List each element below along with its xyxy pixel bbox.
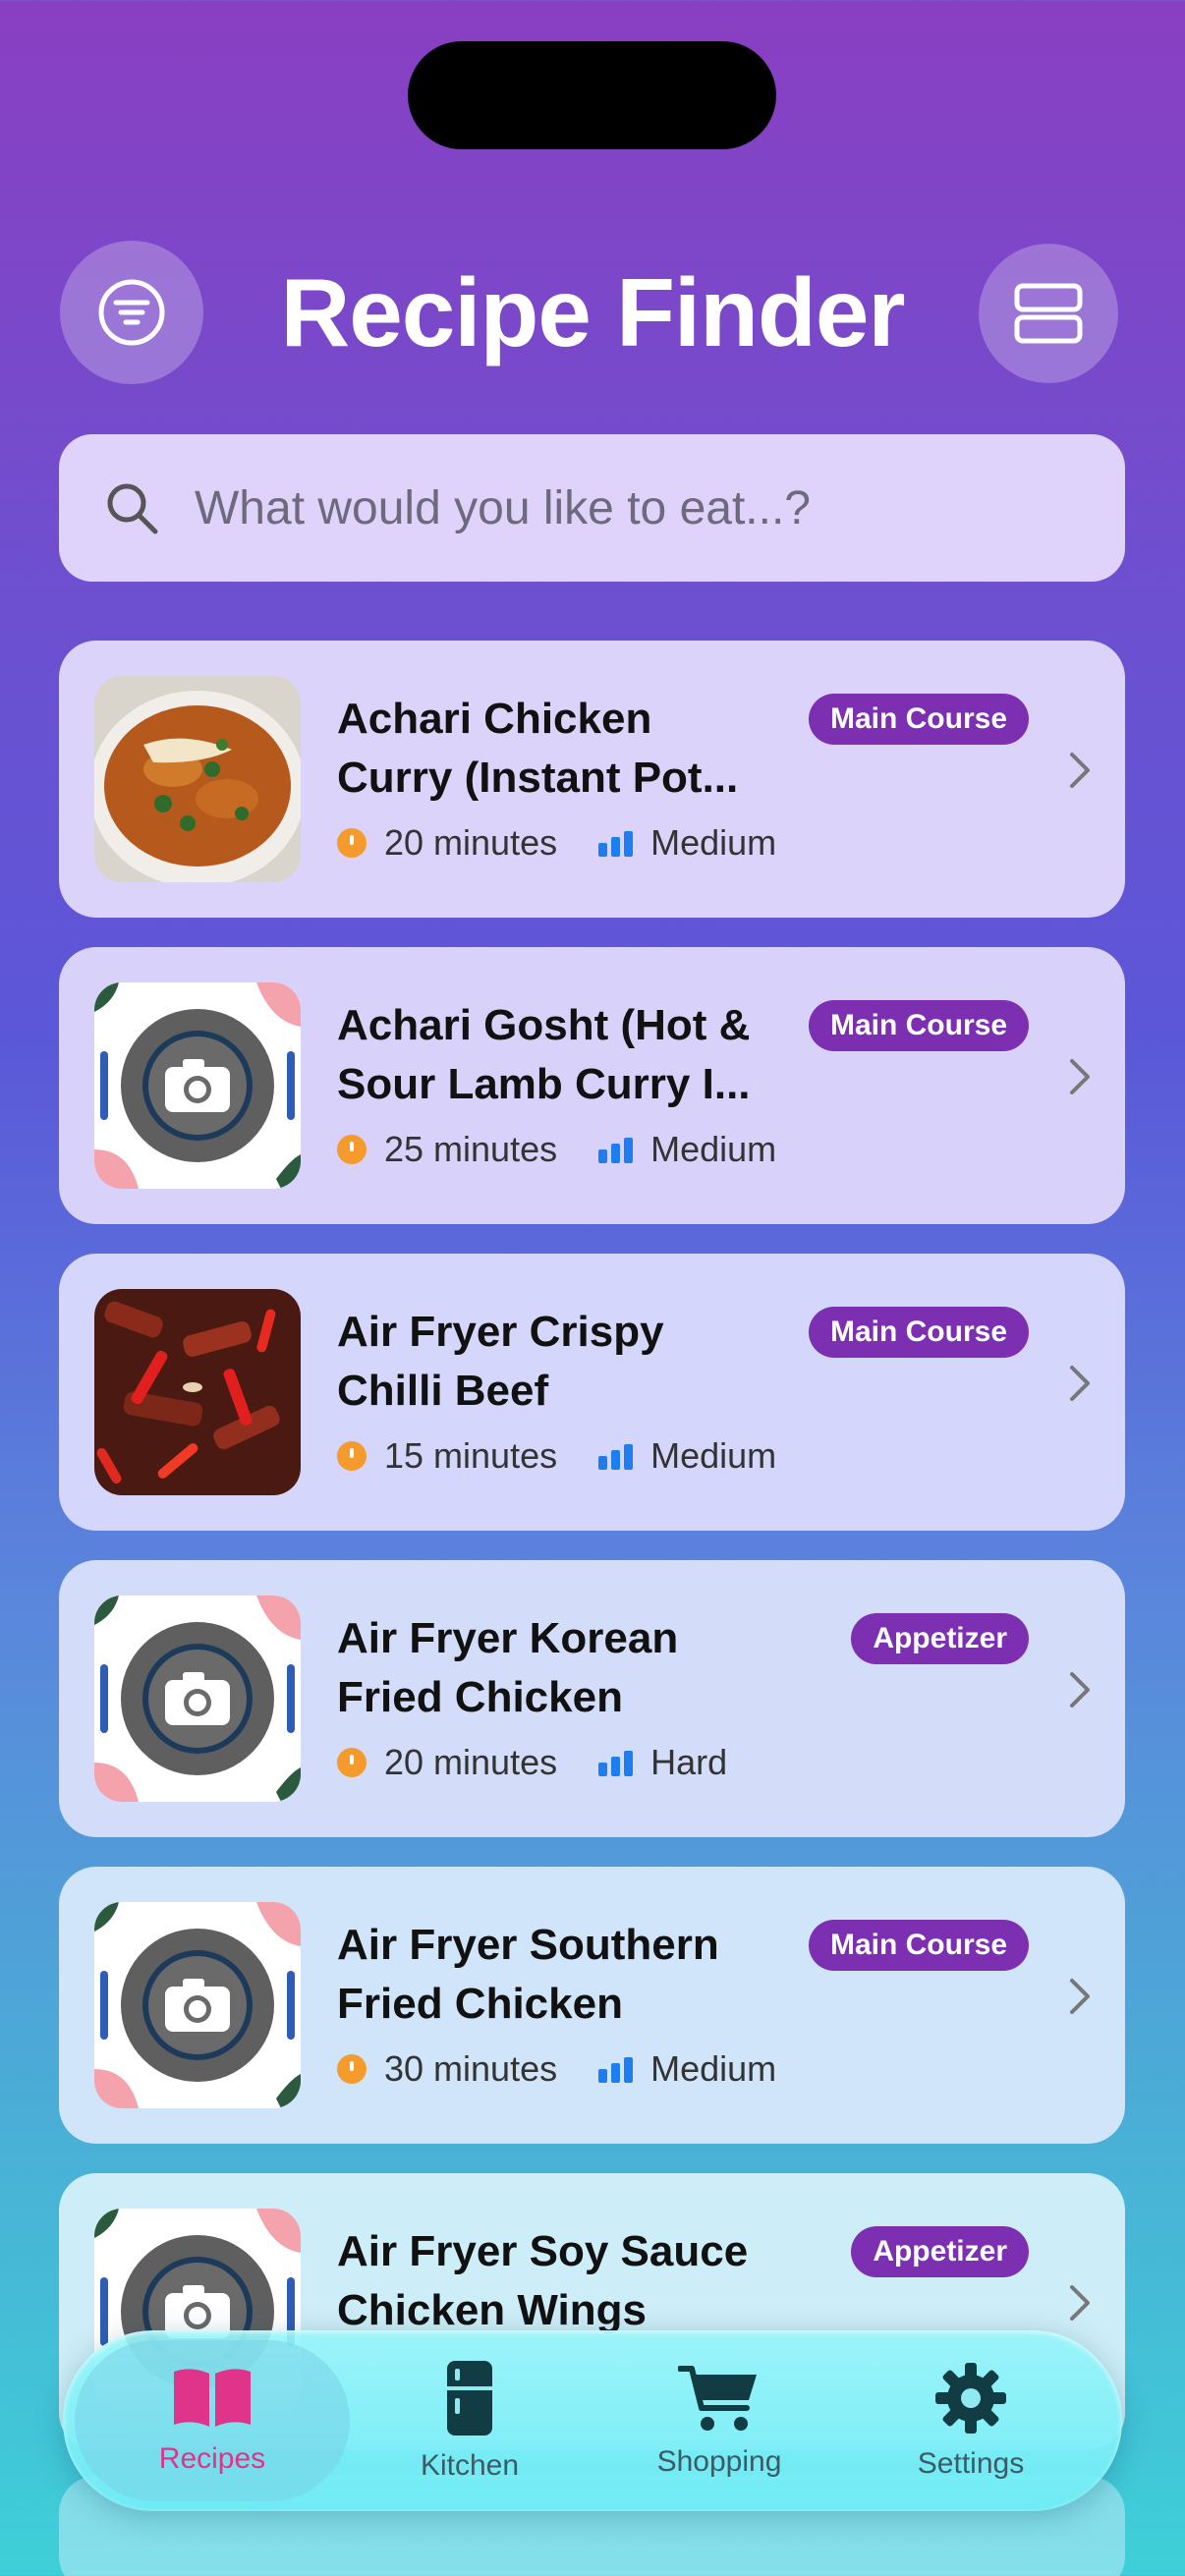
search-icon [104,477,165,538]
search-bar[interactable] [59,434,1125,582]
chevron-right-icon [1070,1979,1090,2014]
cook-time: 20 minutes [384,1742,558,1782]
tab-label: Recipes [158,2442,266,2475]
category-badge: Appetizer [851,1613,1029,1664]
difficulty: Medium [650,1435,777,1476]
recipe-title: Air Fryer Crispy Chilli Beef [337,1308,664,1415]
recipe-title: Air Fryer Soy Sauce Chicken Wings [337,2227,749,2334]
recipe-image [94,676,301,882]
gear-icon [935,2363,1006,2434]
recipe-card[interactable]: Air Fryer Crispy Chilli Beef Main Course… [59,1254,1125,1531]
recipe-card[interactable]: Achari Gosht (Hot & Sour Lamb Curry I...… [59,947,1125,1224]
difficulty-icon [598,829,634,857]
tab-kitchen[interactable]: Kitchen [342,2340,597,2501]
tab-recipes[interactable]: Recipes [75,2340,350,2501]
placeholder-image [94,1596,301,1802]
cook-time: 20 minutes [384,822,558,863]
recipe-title: Achari Gosht (Hot & Sour Lamb Curry I... [337,1001,751,1108]
category-badge: Main Course [808,1307,1029,1358]
chevron-right-icon [1070,753,1090,788]
clock-icon [337,828,367,858]
placeholder-image [94,982,301,1189]
cook-time: 30 minutes [384,2048,558,2089]
tab-shopping[interactable]: Shopping [592,2340,847,2501]
clock-icon [337,2054,367,2084]
category-badge: Main Course [808,694,1029,745]
tab-settings[interactable]: Settings [843,2340,1099,2501]
book-icon [174,2369,251,2427]
difficulty-icon [598,1442,634,1470]
recipe-meta: 30 minutes Medium [337,2047,776,2091]
clock-icon [337,1748,367,1777]
clock-icon [337,1135,367,1164]
recipe-image [94,1289,301,1495]
category-badge: Main Course [808,1920,1029,1971]
cook-time: 15 minutes [384,1435,558,1476]
tab-label: Settings [917,2447,1025,2480]
recipe-card[interactable]: Air Fryer Southern Fried Chicken Main Co… [59,1867,1125,2144]
difficulty-icon [598,2055,634,2083]
difficulty-icon [598,1749,634,1776]
layout-toggle-icon [1014,283,1083,344]
clock-icon [337,1441,367,1471]
tab-label: Shopping [656,2445,782,2478]
recipe-meta: 25 minutes Medium [337,1128,776,1171]
recipe-card[interactable]: Air Fryer Korean Fried Chicken Appetizer… [59,1560,1125,1837]
recipe-meta: 20 minutes Hard [337,1741,727,1784]
recipe-meta: 15 minutes Medium [337,1434,776,1478]
placeholder-image [94,1902,301,2108]
chevron-right-icon [1070,1059,1090,1094]
recipe-meta: 20 minutes Medium [337,821,776,865]
layout-toggle-button[interactable] [979,244,1118,383]
difficulty: Hard [650,1742,728,1782]
category-badge: Main Course [808,1000,1029,1051]
chevron-right-icon [1070,1366,1090,1401]
difficulty: Medium [650,822,777,863]
recipe-title: Achari Chicken Curry (Instant Pot... [337,695,739,802]
difficulty: Medium [650,1129,777,1169]
search-input[interactable] [195,480,1059,535]
recipe-card[interactable]: Achari Chicken Curry (Instant Pot... Mai… [59,641,1125,918]
dynamic-island [408,41,776,149]
category-badge: Appetizer [851,2226,1029,2277]
recipe-title: Air Fryer Korean Fried Chicken [337,1614,679,1721]
chevron-right-icon [1070,2285,1090,2321]
chevron-right-icon [1070,1672,1090,1708]
difficulty: Medium [650,2048,777,2089]
cook-time: 25 minutes [384,1129,558,1169]
fridge-icon [447,2361,492,2436]
difficulty-icon [598,1136,634,1163]
recipe-title: Air Fryer Southern Fried Chicken [337,1921,719,2028]
cart-icon [678,2366,757,2431]
tab-bar: Recipes Kitchen Shopping Settings [63,2330,1122,2511]
tab-label: Kitchen [420,2449,520,2482]
